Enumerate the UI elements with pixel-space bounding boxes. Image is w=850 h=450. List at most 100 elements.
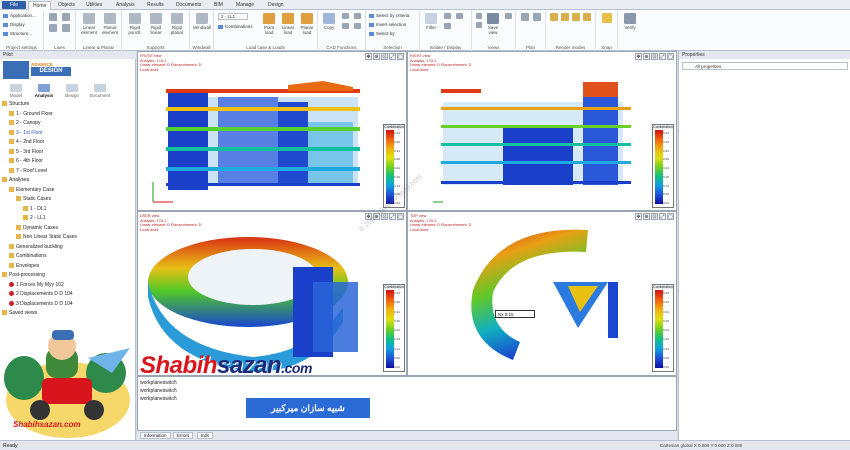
rotate-icon[interactable] <box>352 13 362 20</box>
snap-icon[interactable] <box>600 13 614 24</box>
select-by-criteria-button[interactable]: Select by criteria <box>369 13 409 18</box>
move-icon[interactable] <box>340 13 350 20</box>
isolate-icon[interactable] <box>442 13 452 20</box>
tree-item[interactable]: 5 - 3rd Floor <box>9 149 43 156</box>
tab-bim[interactable]: BIM <box>210 1 227 10</box>
zoom-extents-icon[interactable]: ⤢ <box>659 213 666 220</box>
rigid-planar-support-button[interactable]: Rigid planar <box>167 13 187 35</box>
linear-element-button[interactable]: Linear element <box>79 13 99 35</box>
tab-manage[interactable]: Manage <box>232 1 258 10</box>
hidden-render-icon[interactable] <box>571 13 581 22</box>
properties-filter-dropdown[interactable]: All properties <box>682 62 848 70</box>
maximize-icon[interactable]: ▢ <box>667 213 674 220</box>
copy-button[interactable]: Copy <box>321 13 337 30</box>
shaded-render-icon[interactable] <box>560 13 570 22</box>
invert-selection-button[interactable]: Invert selection <box>369 22 406 27</box>
display-settings-button[interactable]: Display <box>3 22 25 27</box>
view-icon[interactable] <box>475 13 483 20</box>
tree-item[interactable]: Saved views <box>2 310 37 317</box>
mirror-icon[interactable] <box>340 23 350 30</box>
hide-icon[interactable] <box>442 23 452 30</box>
tree-item[interactable]: 3 Displacements D D 104 <box>9 301 73 308</box>
pan-icon[interactable]: ✥ <box>635 53 642 60</box>
linear-load-button[interactable]: Linear load <box>279 13 297 35</box>
verify-button[interactable]: Verify <box>621 13 639 30</box>
tree-item[interactable]: Combinations <box>9 253 47 260</box>
polyline-icon[interactable] <box>61 13 71 22</box>
tree-item[interactable]: 1 - Ground Floor <box>9 111 53 118</box>
tree-item[interactable]: Structure <box>2 101 29 108</box>
tab-model[interactable]: Model <box>2 84 30 98</box>
save-view-button[interactable]: Save view <box>485 13 501 35</box>
zoom-extents-icon[interactable]: ⤢ <box>389 53 396 60</box>
maximize-icon[interactable]: ▢ <box>667 53 674 60</box>
filter-button[interactable]: Filter <box>423 13 439 30</box>
planar-element-button[interactable]: Planar element <box>100 13 120 35</box>
application-menu-button[interactable]: File <box>2 1 26 9</box>
zoom-extents-icon[interactable]: ⤢ <box>659 53 666 60</box>
tree-item[interactable]: 1 Forces My Myy 102 <box>9 282 64 289</box>
tab-documents[interactable]: Documents <box>172 1 205 10</box>
viewport-right[interactable]: RIGHT view Analysis: 1 DL1 Linear element:… <box>407 51 677 211</box>
plan-icon[interactable] <box>520 13 530 22</box>
wireframe-render-icon[interactable] <box>549 13 559 22</box>
elevation-icon[interactable] <box>532 13 542 22</box>
zoom-icon[interactable]: ⊕ <box>643 213 650 220</box>
pan-icon[interactable]: ✥ <box>365 53 372 60</box>
application-settings-button[interactable]: Application... <box>3 13 36 18</box>
tab-objects[interactable]: Objects <box>54 1 79 10</box>
viewport-top[interactable]: TOP view Analysis: 1 DL1 Linear element: D… <box>407 211 677 376</box>
realistic-render-icon[interactable] <box>582 13 592 22</box>
point-load-button[interactable]: Point load <box>260 13 278 35</box>
tab-results[interactable]: Results <box>143 1 168 10</box>
tree-item[interactable]: Post-processing <box>2 272 45 279</box>
command-console[interactable]: workplaneswitch workplaneswitch workplan… <box>137 376 677 431</box>
zoom-window-icon[interactable]: ⊡ <box>651 213 658 220</box>
zoom-icon[interactable]: ⊕ <box>643 53 650 60</box>
select-by-dropdown[interactable]: Select by <box>369 31 395 36</box>
zoom-extents-icon[interactable]: ⤢ <box>389 213 396 220</box>
zoom-window-icon[interactable]: ⊡ <box>651 53 658 60</box>
planar-load-button[interactable]: Planar load <box>298 13 316 35</box>
zoom-window-icon[interactable]: ⊡ <box>381 53 388 60</box>
views-dropdown-icon[interactable] <box>503 13 513 20</box>
tree-item[interactable]: 2 Displacements D D 104 <box>9 291 73 298</box>
show-all-icon[interactable] <box>454 13 464 20</box>
pan-icon[interactable]: ✥ <box>635 213 642 220</box>
tree-item[interactable]: Static Cases <box>16 196 51 203</box>
tree-item[interactable]: 7 - Roof Level <box>9 168 47 175</box>
tab-home[interactable]: Home <box>28 1 52 10</box>
tab-design[interactable]: Design <box>264 1 288 10</box>
tree-item[interactable]: 3 - 1st Floor <box>9 130 43 137</box>
tab-design-pilot[interactable]: Design <box>58 84 86 98</box>
tab-utilities[interactable]: Utilities <box>82 1 106 10</box>
maximize-icon[interactable]: ▢ <box>397 53 404 60</box>
tree-item[interactable]: 4 - 2nd Floor <box>9 139 44 146</box>
tab-errors[interactable]: Errors <box>173 432 194 439</box>
tab-analysis[interactable]: Analysis <box>112 1 139 10</box>
tree-item[interactable]: Dynamic Cases <box>16 225 58 232</box>
rigid-punctual-support-button[interactable]: Rigid punctl. <box>125 13 145 35</box>
tab-edit[interactable]: Edit <box>197 432 213 439</box>
tree-item[interactable]: 2 - Canopy <box>9 120 40 127</box>
tree-item[interactable]: Analyses <box>2 177 29 184</box>
rigid-linear-support-button[interactable]: Rigid linear <box>146 13 166 35</box>
tab-document[interactable]: Document <box>86 84 114 98</box>
maximize-icon[interactable]: ▢ <box>397 213 404 220</box>
tab-information[interactable]: Information <box>140 432 171 439</box>
structure-settings-button[interactable]: Structure... <box>3 31 32 36</box>
tree-item[interactable]: Non Linear Static Cases <box>16 234 77 241</box>
rectangle-icon[interactable] <box>61 24 71 33</box>
tree-item[interactable]: 6 - 4th Floor <box>9 158 43 165</box>
line-icon[interactable] <box>48 13 58 22</box>
arc-icon[interactable] <box>48 24 58 33</box>
viewport-front[interactable]: FRONT view Analysis: 1 DL1 Linear element:… <box>137 51 407 211</box>
windwall-button[interactable]: Windwall <box>192 13 212 30</box>
view-cube-icon[interactable] <box>475 22 483 29</box>
tree-item[interactable]: 1 - DL1 <box>23 206 46 213</box>
tree-item[interactable]: Envelopes <box>9 263 39 270</box>
tree-item[interactable]: Elementary Case <box>9 187 54 194</box>
tree-item[interactable]: 2 - LL1 <box>23 215 46 222</box>
tree-item[interactable]: Generalized buckling <box>9 244 63 251</box>
zoom-icon[interactable]: ⊕ <box>373 53 380 60</box>
